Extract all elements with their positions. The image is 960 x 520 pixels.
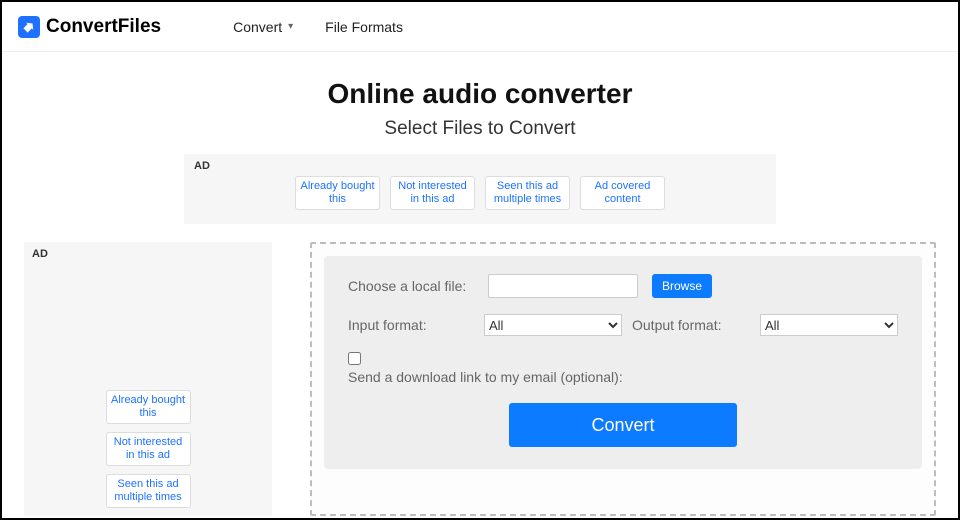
nav-file-formats[interactable]: File Formats	[325, 19, 403, 35]
brand-icon	[18, 16, 40, 38]
file-path-input[interactable]	[488, 274, 638, 298]
ad-btn-seen-multiple[interactable]: Seen this ad multiple times	[485, 176, 570, 210]
ad-btn-covered-content[interactable]: Ad covered content	[580, 176, 665, 210]
email-link-label: Send a download link to my email (option…	[348, 369, 623, 385]
ad-side: AD Already bought this Not interested in…	[24, 242, 272, 516]
page-title: Online audio converter	[2, 78, 958, 110]
ad-side-btn-seen-multiple[interactable]: Seen this ad multiple times	[106, 474, 191, 508]
ad-label: AD	[32, 248, 48, 260]
nav-formats-label: File Formats	[325, 19, 403, 35]
ad-btn-already-bought[interactable]: Already bought this	[295, 176, 380, 210]
ad-label: AD	[194, 160, 210, 172]
page-subtitle: Select Files to Convert	[2, 118, 958, 140]
converter-panel: Choose a local file: Browse Input format…	[310, 242, 936, 516]
header-bar: ConvertFiles Convert ▾ File Formats	[2, 2, 958, 52]
ad-top: AD Already bought this Not interested in…	[184, 154, 776, 224]
ad-btn-not-interested[interactable]: Not interested in this ad	[390, 176, 475, 210]
row-formats: Input format: All Output format: All	[348, 314, 898, 336]
output-format-select[interactable]: All	[760, 314, 898, 336]
brand-text: ConvertFiles	[46, 16, 161, 38]
converter-form: Choose a local file: Browse Input format…	[324, 256, 922, 469]
nav-convert[interactable]: Convert ▾	[233, 19, 293, 35]
email-link-checkbox[interactable]	[348, 352, 361, 365]
content-row: AD Already bought this Not interested in…	[2, 224, 958, 516]
brand[interactable]: ConvertFiles	[18, 16, 161, 38]
convert-button[interactable]: Convert	[509, 403, 737, 447]
output-format-label: Output format:	[632, 317, 721, 333]
row-email-option: Send a download link to my email (option…	[348, 352, 898, 385]
browse-button[interactable]: Browse	[652, 274, 712, 298]
input-format-label: Input format:	[348, 317, 474, 333]
ad-side-btn-not-interested[interactable]: Not interested in this ad	[106, 432, 191, 466]
input-format-select[interactable]: All	[484, 314, 622, 336]
main-nav: Convert ▾ File Formats	[233, 19, 403, 35]
nav-convert-label: Convert	[233, 19, 282, 35]
ad-side-btn-already-bought[interactable]: Already bought this	[106, 390, 191, 424]
choose-file-label: Choose a local file:	[348, 278, 474, 294]
ad-side-feedback: Already bought this Not interested in th…	[32, 390, 264, 508]
ad-feedback-row: Already bought this Not interested in th…	[198, 176, 762, 210]
row-choose-file: Choose a local file: Browse	[348, 274, 898, 298]
chevron-down-icon: ▾	[288, 21, 293, 32]
